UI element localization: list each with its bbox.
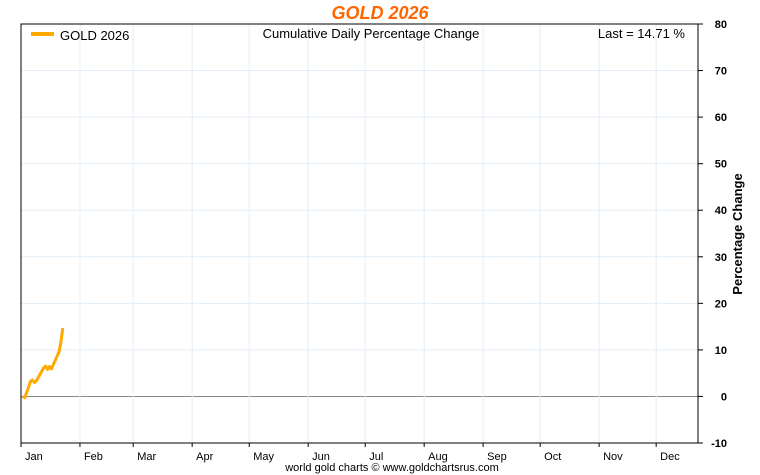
y-tick-label: 40	[715, 205, 727, 217]
chart-subtitle: Cumulative Daily Percentage Change	[263, 26, 480, 41]
x-axis: Jan Feb Mar Apr May Jun Jul Aug Sep Oct Nov Dec	[20, 443, 680, 463]
y-axis: -10 0 10 20 30 40 50 60 70 80	[698, 19, 727, 450]
last-value: Last = 14.71 %	[598, 26, 686, 41]
y-tick-label: 50	[715, 159, 727, 171]
plot-frame	[20, 23, 699, 444]
x-tick-label: May	[253, 451, 274, 463]
y-tick-label: -10	[711, 438, 727, 450]
y-axis-label: Percentage Change	[730, 173, 745, 294]
x-tick-label: Nov	[603, 451, 623, 463]
x-tick-label: Feb	[84, 451, 103, 463]
grid	[21, 23, 698, 444]
x-tick-label: Oct	[544, 451, 561, 463]
series-line-gold-2026	[22, 327, 65, 400]
chart-title: GOLD 2026	[331, 3, 429, 23]
y-tick-label: 70	[715, 66, 727, 78]
y-tick-label: 10	[715, 345, 727, 357]
x-tick-label: Jan	[25, 451, 43, 463]
y-tick-label: 80	[715, 19, 727, 31]
x-tick-label: Dec	[660, 451, 680, 463]
y-tick-label: 60	[715, 112, 727, 124]
legend-label: GOLD 2026	[60, 28, 129, 43]
x-tick-label: Apr	[196, 451, 213, 463]
y-tick-label: 0	[721, 391, 727, 403]
y-tick-label: 20	[715, 298, 727, 310]
chart: GOLD 2026 GOLD 2026 Cumulative Daily Per…	[20, 3, 745, 474]
y-tick-label: 30	[715, 252, 727, 264]
x-tick-label: Mar	[137, 451, 156, 463]
footer: world gold charts © www.goldchartsrus.co…	[284, 462, 499, 474]
